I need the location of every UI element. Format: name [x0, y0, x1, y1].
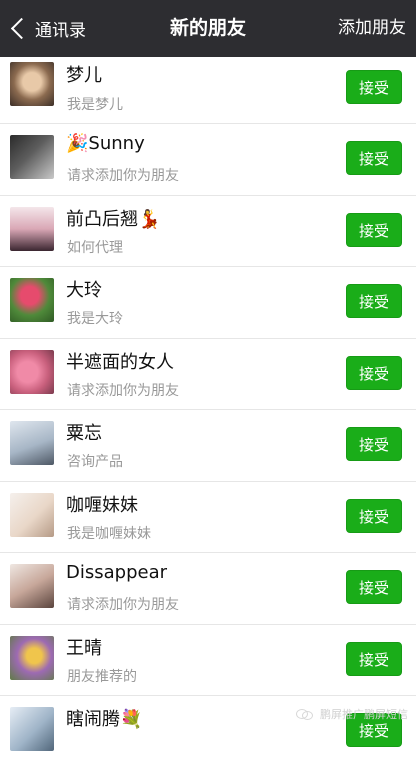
- contact-name: 🎉Sunny: [66, 133, 145, 154]
- accept-button[interactable]: 接受: [346, 641, 402, 676]
- avatar: [10, 135, 54, 179]
- accept-button[interactable]: 接受: [346, 284, 402, 318]
- wechat-icon: [296, 707, 314, 721]
- request-message: 我是梦儿: [67, 97, 123, 113]
- avatar: [10, 492, 54, 537]
- request-message: 咨询产品: [67, 454, 123, 470]
- request-message: 我是咖喱妹妹: [67, 525, 151, 542]
- request-message: 请求添加你为朋友: [67, 382, 179, 399]
- list-item[interactable]: Dissappear 请求添加你为朋友 接受: [0, 553, 416, 625]
- contact-name: 半遮面的女人: [66, 351, 174, 373]
- friend-request-list: 梦儿 我是梦儿 接受 🎉Sunny 请求添加你为朋友 接受 前凸后翘💃 如何代理…: [0, 57, 416, 768]
- list-item[interactable]: 咖喱妹妹 我是咖喱妹妹 接受: [0, 482, 416, 553]
- contact-name: 梦儿: [66, 65, 102, 86]
- navbar: 通讯录 新的朋友 添加朋友: [0, 0, 416, 57]
- chevron-left-icon: [10, 17, 33, 40]
- watermark-text: 鹏屏推广鹏屏短信: [320, 708, 408, 721]
- back-button[interactable]: 通讯录: [8, 0, 86, 57]
- accept-button[interactable]: 接受: [346, 498, 402, 533]
- accept-button[interactable]: 接受: [346, 427, 402, 461]
- request-message: 如何代理: [67, 239, 123, 256]
- avatar: [10, 707, 54, 751]
- request-message: 朋友推荐的: [67, 668, 137, 685]
- avatar: [10, 349, 54, 394]
- contact-name: Dissappear: [66, 562, 168, 583]
- contact-name: 大玲: [66, 280, 102, 301]
- list-item[interactable]: 粟忘 咨询产品 接受: [0, 410, 416, 482]
- accept-button[interactable]: 接受: [346, 212, 402, 247]
- request-message: 请求添加你为朋友: [67, 597, 179, 613]
- back-label: 通讯录: [35, 21, 86, 41]
- contact-name: 咖喱妹妹: [66, 494, 138, 516]
- accept-button[interactable]: 接受: [346, 70, 402, 104]
- list-item[interactable]: 大玲 我是大玲 接受: [0, 267, 416, 339]
- avatar: [10, 635, 54, 680]
- avatar: [10, 278, 54, 322]
- avatar: [10, 206, 54, 251]
- avatar: [10, 62, 54, 106]
- request-message: 我是大玲: [67, 311, 123, 327]
- request-message: 请求添加你为朋友: [67, 168, 179, 184]
- contact-name: 前凸后翘💃: [66, 208, 161, 230]
- accept-button[interactable]: 接受: [346, 570, 402, 604]
- accept-button[interactable]: 接受: [346, 355, 402, 390]
- contact-name: 粟忘: [66, 423, 102, 444]
- add-friend-button[interactable]: 添加朋友: [338, 0, 406, 57]
- contact-name: 瞎闹腾💐: [66, 709, 143, 730]
- list-item[interactable]: 前凸后翘💃 如何代理 接受: [0, 196, 416, 267]
- contact-name: 王晴: [66, 637, 102, 659]
- accept-button[interactable]: 接受: [346, 141, 402, 175]
- list-item[interactable]: 梦儿 我是梦儿 接受: [0, 57, 416, 124]
- avatar: [10, 421, 54, 465]
- list-item[interactable]: 半遮面的女人 请求添加你为朋友 接受: [0, 339, 416, 410]
- watermark: 鹏屏推广鹏屏短信: [296, 706, 408, 722]
- list-item[interactable]: 王晴 朋友推荐的 接受: [0, 625, 416, 696]
- avatar: [10, 564, 54, 608]
- list-item[interactable]: 🎉Sunny 请求添加你为朋友 接受: [0, 124, 416, 196]
